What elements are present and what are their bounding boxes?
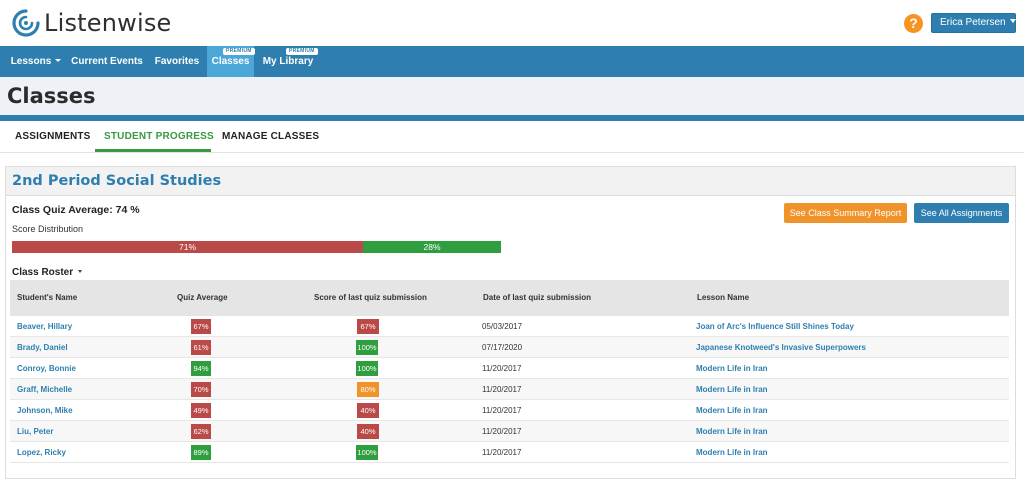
page-title: Classes: [7, 84, 96, 108]
table-row: Johnson, Mike 49% 40% 11/20/2017 Modern Life…: [10, 400, 1009, 421]
nav-item-favorites[interactable]: Favorites: [148, 46, 206, 77]
class-roster-toggle[interactable]: Class Roster: [12, 267, 83, 278]
quiz-average-badge: 70%: [191, 382, 211, 397]
user-menu-button[interactable]: Erica Petersen: [931, 13, 1016, 33]
title-band: [0, 77, 1024, 115]
user-name: Erica Petersen: [940, 17, 1006, 28]
column-header-last-date[interactable]: Date of last quiz submission: [483, 293, 591, 302]
column-header-quiz-average[interactable]: Quiz Average: [177, 293, 228, 302]
question-circle-icon[interactable]: ?: [904, 14, 923, 33]
active-tab-indicator: [95, 149, 211, 152]
last-score-badge: 40%: [357, 403, 379, 418]
score-distribution-bar: 71% 28%: [12, 241, 506, 253]
table-row: Graff, Michelle 70% 80% 11/20/2017 Modern Li…: [10, 379, 1009, 400]
student-name-link[interactable]: Conroy, Bonnie: [17, 358, 76, 379]
last-score-badge: 40%: [357, 424, 379, 439]
nav-item-current-events[interactable]: Current Events: [66, 46, 148, 77]
quiz-average-badge: 49%: [191, 403, 211, 418]
last-score-badge: 100%: [356, 445, 378, 460]
quiz-average-badge: 94%: [191, 361, 211, 376]
nav-item-classes[interactable]: PREMIUM Classes: [207, 46, 255, 77]
distribution-segment-high: 28%: [363, 241, 501, 253]
student-name-link[interactable]: Liu, Peter: [17, 421, 53, 442]
student-name-link[interactable]: Graff, Michelle: [17, 379, 72, 400]
lesson-name-link[interactable]: Modern Life in Iran: [696, 442, 768, 463]
premium-badge: PREMIUM: [223, 48, 255, 55]
quiz-average-badge: 67%: [191, 319, 211, 334]
lesson-name-link[interactable]: Modern Life in Iran: [696, 400, 768, 421]
logo-text: Listenwise: [44, 9, 172, 37]
class-name: 2nd Period Social Studies: [12, 173, 222, 189]
listenwise-logo-icon: [12, 8, 40, 38]
last-score-badge: 80%: [357, 382, 379, 397]
quiz-average-badge: 62%: [191, 424, 211, 439]
tab-assignments[interactable]: ASSIGNMENTS: [15, 131, 91, 142]
column-header-student-name[interactable]: Student's Name: [17, 293, 77, 302]
logo[interactable]: Listenwise: [12, 7, 172, 39]
class-roster-label: Class Roster: [12, 267, 74, 278]
last-score-badge: 100%: [356, 361, 378, 376]
lesson-name-link[interactable]: Japanese Knotweed's Invasive Superpowers: [696, 337, 866, 358]
last-submission-date: 11/20/2017: [482, 448, 522, 457]
last-submission-date: 07/17/2020: [482, 343, 523, 352]
last-submission-date: 11/20/2017: [482, 364, 522, 373]
last-score-badge: 67%: [357, 319, 379, 334]
header: Listenwise ? Erica Petersen: [0, 0, 1024, 46]
table-row: Brady, Daniel 61% 100% 07/17/2020 Japanese K…: [10, 337, 1009, 358]
student-name-link[interactable]: Johnson, Mike: [17, 400, 73, 421]
lesson-name-link[interactable]: Modern Life in Iran: [696, 379, 768, 400]
last-submission-date: 05/03/2017: [482, 322, 523, 331]
last-submission-date: 11/20/2017: [482, 427, 522, 436]
tab-manage-classes[interactable]: MANAGE CLASSES: [222, 131, 319, 142]
nav-item-lessons[interactable]: Lessons: [6, 46, 66, 77]
quiz-average-badge: 61%: [191, 340, 211, 355]
tab-student-progress[interactable]: STUDENT PROGRESS: [104, 131, 214, 142]
class-quiz-average: Class Quiz Average: 74 %: [12, 204, 140, 216]
distribution-segment-low: 71%: [12, 241, 363, 253]
student-name-link[interactable]: Lopez, Ricky: [17, 442, 66, 463]
score-distribution-label: Score Distribution: [12, 224, 84, 234]
nav-label: Current Events: [71, 56, 143, 67]
quiz-average-badge: 89%: [191, 445, 211, 460]
tabs-divider: [0, 152, 1024, 153]
column-header-lesson-name[interactable]: Lesson Name: [697, 293, 749, 302]
last-submission-date: 11/20/2017: [482, 385, 522, 394]
nav-label: Lessons: [10, 56, 52, 67]
student-name-link[interactable]: Brady, Daniel: [17, 337, 68, 358]
column-header-last-score[interactable]: Score of last quiz submission: [314, 293, 427, 302]
student-name-link[interactable]: Beaver, Hillary: [17, 316, 72, 337]
see-all-assignments-button[interactable]: See All Assignments: [914, 203, 1009, 223]
last-score-badge: 100%: [356, 340, 378, 355]
nav-label: Favorites: [154, 56, 200, 67]
caret-down-icon: [55, 59, 62, 62]
divider-strip: [0, 115, 1024, 121]
caret-down-icon: [78, 270, 83, 273]
premium-badge: PREMIUM: [286, 48, 318, 55]
table-row: Beaver, Hillary 67% 67% 05/03/2017 Joan of A…: [10, 316, 1009, 337]
nav-label: My Library: [262, 56, 314, 67]
lesson-name-link[interactable]: Joan of Arc's Influence Still Shines Tod…: [696, 316, 854, 337]
lesson-name-link[interactable]: Modern Life in Iran: [696, 421, 768, 442]
last-submission-date: 11/20/2017: [482, 406, 522, 415]
table-row: Lopez, Ricky 89% 100% 11/20/2017 Modern Life…: [10, 442, 1009, 463]
table-row: Liu, Peter 62% 40% 11/20/2017 Modern Life in…: [10, 421, 1009, 442]
lesson-name-link[interactable]: Modern Life in Iran: [696, 358, 768, 379]
table-row: Conroy, Bonnie 94% 100% 11/20/2017 Modern Li…: [10, 358, 1009, 379]
caret-down-icon: [1009, 19, 1016, 23]
class-summary-report-button[interactable]: See Class Summary Report: [784, 203, 907, 223]
main-nav: Lessons Current Events Favorites PREMIUM…: [0, 46, 1024, 77]
nav-item-my-library[interactable]: PREMIUM My Library: [256, 46, 320, 77]
nav-label: Classes: [211, 56, 250, 67]
